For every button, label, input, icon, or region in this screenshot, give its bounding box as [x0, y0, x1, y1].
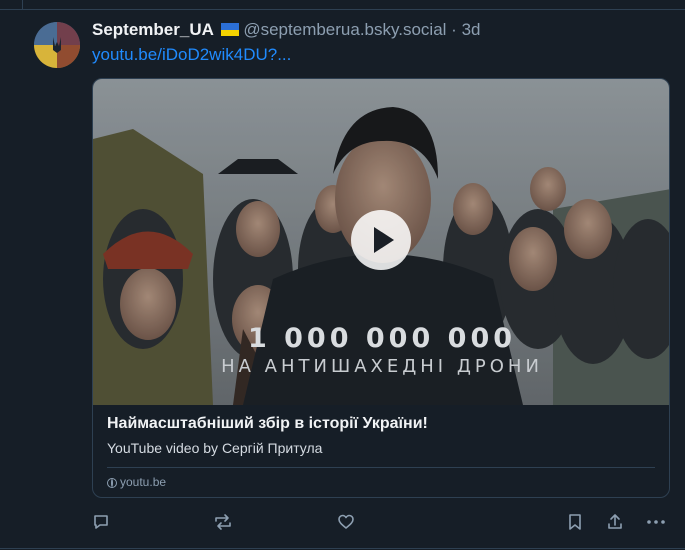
author-handle[interactable]: @septemberua.bsky.social	[243, 20, 446, 39]
separator: ·	[451, 20, 457, 39]
post-header: September_UA @septemberua.bsky.social · …	[92, 20, 481, 40]
card-domain: youtu.be	[107, 475, 166, 489]
card-description: YouTube video by Сергій Притула	[107, 440, 323, 456]
card-divider	[107, 467, 655, 468]
overlay-subtitle: НА АНТИШАХЕДНІ ДРОНИ	[221, 356, 543, 377]
card-domain-text: youtu.be	[120, 475, 167, 489]
card-title: Наймасштабніший збір в історії України!	[107, 415, 428, 432]
share-icon[interactable]	[606, 513, 626, 533]
thread-line	[22, 0, 23, 9]
like-icon[interactable]	[337, 513, 357, 533]
avatar[interactable]	[34, 22, 80, 68]
reply-icon[interactable]	[92, 513, 112, 533]
bookmark-icon[interactable]	[567, 513, 587, 533]
video-thumbnail[interactable]: 1 000 000 000 НА АНТИШАХЕДНІ ДРОНИ	[93, 79, 669, 405]
post-link[interactable]: youtu.be/iDoD2wik4DU?...	[92, 45, 291, 65]
post-time[interactable]: 3d	[462, 20, 481, 39]
bottom-divider	[0, 548, 685, 549]
link-card[interactable]: 1 000 000 000 НА АНТИШАХЕДНІ ДРОНИ Найма…	[92, 78, 670, 498]
ukraine-flag-icon	[220, 23, 239, 36]
author-name[interactable]: September_UA	[92, 20, 214, 39]
globe-icon	[107, 478, 117, 488]
repost-icon[interactable]	[213, 513, 233, 533]
more-icon[interactable]	[646, 513, 666, 533]
top-divider	[0, 9, 685, 10]
play-button[interactable]	[351, 210, 411, 270]
overlay-number: 1 000 000 000	[247, 323, 517, 354]
